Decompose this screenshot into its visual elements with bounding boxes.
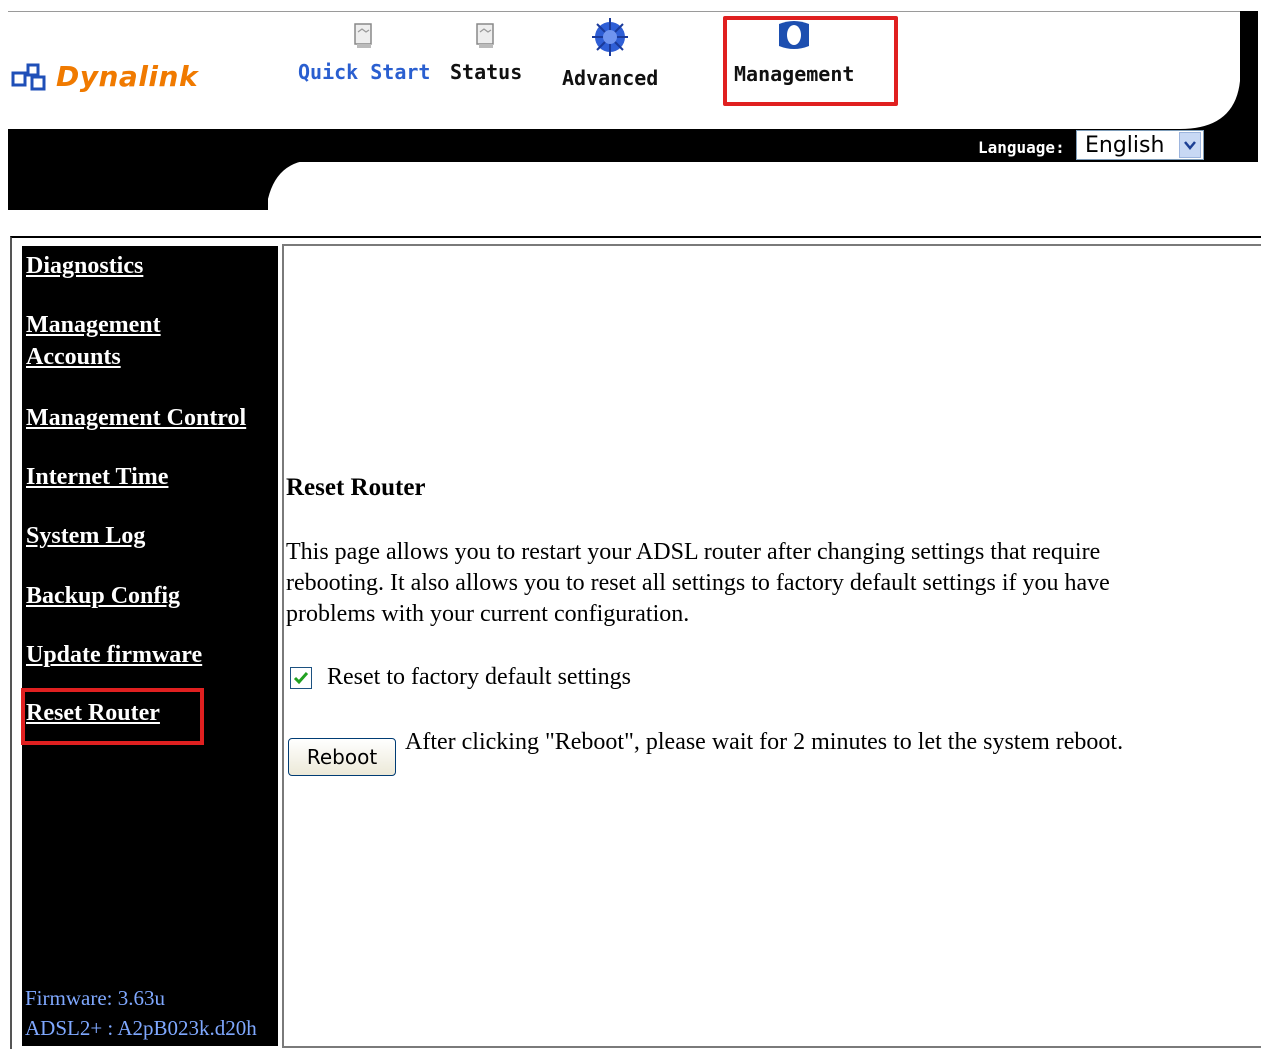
chip-globe-icon: [592, 18, 629, 56]
language-label: Language:: [978, 138, 1065, 157]
nav-status[interactable]: Status: [450, 22, 522, 84]
page-description: This page allows you to restart your ADS…: [286, 539, 1110, 627]
language-select[interactable]: English: [1076, 130, 1204, 160]
management-highlight-box: [723, 16, 898, 106]
firmware-version: Firmware: 3.63u: [25, 986, 165, 1010]
page-title: Reset Router: [286, 474, 426, 501]
page-icon: [354, 23, 372, 48]
nav-label: Quick Start: [298, 60, 431, 84]
header-rule: [8, 11, 1258, 12]
brand-name: Dynalink: [56, 59, 199, 93]
nav-label: Status: [450, 60, 523, 84]
brand-logo[interactable]: Dynalink: [10, 56, 198, 96]
sidebar-item-diagnostics[interactable]: Diagnostics: [26, 250, 143, 282]
nav-label: Advanced: [562, 66, 659, 90]
page-icon: [476, 23, 494, 48]
nav-quick-start[interactable]: Quick Start: [298, 22, 430, 84]
content-panel: [282, 244, 1261, 1048]
tab-curve-decoration: [262, 160, 312, 210]
nav-advanced[interactable]: Advanced: [562, 18, 659, 90]
adsl-version: ADSL2+ : A2pB023k.d20h: [25, 1016, 257, 1040]
sidebar-item-backup-config[interactable]: Backup Config: [26, 580, 180, 612]
sidebar-item-management-accounts[interactable]: Management Accounts: [26, 309, 196, 373]
reset-router-highlight-box: [21, 688, 204, 745]
checkmark-icon: [293, 672, 309, 685]
factory-reset-checkbox[interactable]: [290, 667, 312, 689]
dynalink-logo-icon: [11, 63, 46, 91]
header-tab-decoration: [8, 160, 268, 210]
sidebar-item-system-log[interactable]: System Log: [26, 520, 145, 552]
language-value: English: [1085, 132, 1165, 158]
chevron-down-icon[interactable]: [1179, 132, 1201, 158]
language-bar: [8, 129, 1258, 162]
sidebar-item-update-firmware[interactable]: Update firmware: [26, 639, 202, 671]
sidebar-item-internet-time[interactable]: Internet Time: [26, 461, 168, 493]
sidebar-item-management-control[interactable]: Management Control: [26, 402, 246, 434]
reboot-button[interactable]: Reboot: [288, 738, 396, 776]
header-corner-decoration: [1180, 11, 1258, 129]
sidebar: Diagnostics Management Accounts Manageme…: [22, 246, 278, 1046]
factory-reset-label[interactable]: Reset to factory default settings: [327, 664, 631, 691]
reboot-note: After clicking "Reboot", please wait for…: [405, 729, 1124, 755]
